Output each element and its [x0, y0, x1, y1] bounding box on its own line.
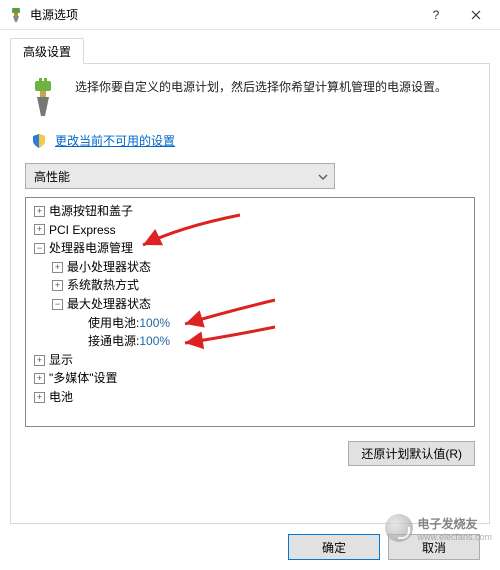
tree-item-min-processor[interactable]: +最小处理器状态: [30, 258, 470, 277]
tab-advanced[interactable]: 高级设置: [10, 38, 84, 64]
expand-icon[interactable]: +: [34, 373, 45, 384]
power-options-icon: [8, 7, 24, 23]
tree-item-power-buttons[interactable]: +电源按钮和盖子: [30, 202, 470, 221]
tree-item-battery[interactable]: +电池: [30, 388, 470, 407]
watermark-text: 电子发烧友: [417, 515, 492, 532]
chevron-down-icon: [318, 169, 328, 183]
close-button[interactable]: [456, 1, 496, 29]
watermark-logo-icon: [385, 514, 413, 542]
watermark: 电子发烧友 www.elecfans.com: [385, 514, 492, 542]
tab-panel: 选择你要自定义的电源计划，然后选择你希望计算机管理的电源设置。 更改当前不可用的…: [10, 64, 490, 524]
expand-icon[interactable]: +: [52, 280, 63, 291]
expand-icon[interactable]: +: [34, 355, 45, 366]
restore-defaults-button[interactable]: 还原计划默认值(R): [348, 441, 475, 466]
tree-item-max-processor[interactable]: −最大处理器状态: [30, 295, 470, 314]
expand-icon[interactable]: +: [34, 224, 45, 235]
expand-icon[interactable]: +: [34, 392, 45, 403]
content-area: 高级设置 选择你要自定义的电源计划，然后选择你希望计算机管理的电源设置。 更改当…: [0, 30, 500, 534]
tree-item-cooling[interactable]: +系统散热方式: [30, 276, 470, 295]
titlebar: 电源选项 ?: [0, 0, 500, 30]
collapse-icon[interactable]: −: [52, 299, 63, 310]
tree-item-display[interactable]: +显示: [30, 351, 470, 370]
window-title: 电源选项: [30, 6, 416, 23]
intro-text: 选择你要自定义的电源计划，然后选择你希望计算机管理的电源设置。: [75, 78, 447, 97]
tree-wrap: +电源按钮和盖子 +PCI Express −处理器电源管理 +最小处理器状态 …: [25, 197, 475, 427]
expand-icon[interactable]: +: [34, 206, 45, 217]
plugged-in-value[interactable]: 100%: [139, 332, 170, 351]
watermark-url: www.elecfans.com: [417, 532, 492, 542]
intro-row: 选择你要自定义的电源计划，然后选择你希望计算机管理的电源设置。: [25, 78, 475, 118]
tree-item-pci-express[interactable]: +PCI Express: [30, 221, 470, 240]
tree-item-multimedia[interactable]: +"多媒体"设置: [30, 369, 470, 388]
help-button[interactable]: ?: [416, 1, 456, 29]
battery-plug-icon: [25, 78, 65, 118]
tab-row: 高级设置: [10, 38, 490, 64]
plan-dropdown[interactable]: 高性能: [25, 163, 335, 189]
change-unavailable-link[interactable]: 更改当前不可用的设置: [55, 132, 175, 149]
shield-icon: [31, 133, 47, 149]
collapse-icon[interactable]: −: [34, 243, 45, 254]
settings-tree[interactable]: +电源按钮和盖子 +PCI Express −处理器电源管理 +最小处理器状态 …: [25, 197, 475, 427]
shield-row: 更改当前不可用的设置: [31, 132, 475, 149]
plan-selected: 高性能: [34, 168, 70, 185]
on-battery-value[interactable]: 100%: [139, 314, 170, 333]
expand-icon[interactable]: +: [52, 262, 63, 273]
tree-item-on-battery[interactable]: 使用电池: 100%: [30, 314, 470, 333]
tree-item-processor-power[interactable]: −处理器电源管理: [30, 239, 470, 258]
close-icon: [471, 10, 481, 20]
ok-button[interactable]: 确定: [288, 534, 380, 560]
restore-row: 还原计划默认值(R): [25, 441, 475, 466]
tree-item-plugged-in[interactable]: 接通电源: 100%: [30, 332, 470, 351]
